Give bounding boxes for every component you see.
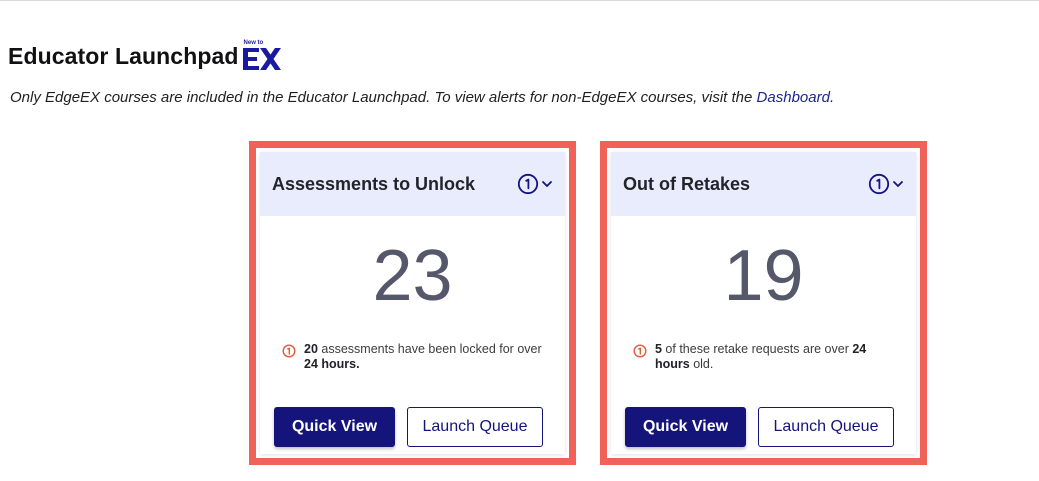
intro-text: Only EdgeEX courses are included in the … bbox=[10, 89, 757, 106]
card-alert: 20 assessments have been locked for over… bbox=[282, 342, 551, 372]
assessments-count: 23 bbox=[372, 236, 453, 316]
highlight-frame-retakes: Out of Retakes 19 5 of these retake requ… bbox=[600, 141, 927, 465]
card-options-toggle[interactable] bbox=[868, 173, 904, 195]
card-alert: 5 of these retake requests are over 24 h… bbox=[633, 342, 902, 372]
card-title: Out of Retakes bbox=[623, 173, 751, 194]
top-divider bbox=[0, 0, 1039, 1]
info-circle-icon bbox=[517, 173, 539, 195]
intro-notice: Only EdgeEX courses are included in the … bbox=[10, 89, 834, 106]
highlight-frame-assessments: Assessments to Unlock 23 20 assessments … bbox=[249, 141, 576, 465]
info-circle-icon bbox=[868, 173, 890, 195]
card-assessments-to-unlock: Assessments to Unlock 23 20 assessments … bbox=[260, 152, 565, 454]
card-header: Out of Retakes bbox=[611, 152, 916, 216]
alert-message: 5 of these retake requests are over 24 h… bbox=[655, 342, 902, 372]
chevron-down-icon bbox=[893, 181, 903, 187]
dashboard-link[interactable]: Dashboard bbox=[757, 89, 830, 106]
intro-text-end: . bbox=[829, 89, 835, 106]
alert-text: of these retake requests are over bbox=[661, 342, 853, 356]
card-actions: Quick View Launch Queue bbox=[625, 407, 894, 447]
edge-ex-mark-icon bbox=[242, 48, 281, 70]
launch-queue-button[interactable]: Launch Queue bbox=[407, 407, 543, 447]
page-title: Educator Launchpad bbox=[8, 42, 239, 69]
alert-count: 5 bbox=[655, 342, 662, 356]
retakes-count: 19 bbox=[723, 236, 804, 316]
card-options-toggle[interactable] bbox=[517, 173, 553, 195]
alert-message: 20 assessments have been locked for over… bbox=[304, 342, 551, 372]
alert-duration: 24 hours. bbox=[304, 357, 360, 371]
card-actions: Quick View Launch Queue bbox=[274, 407, 543, 447]
launch-queue-button[interactable]: Launch Queue bbox=[758, 407, 894, 447]
card-header: Assessments to Unlock bbox=[260, 152, 565, 216]
page-header: Educator Launchpad New to bbox=[8, 38, 282, 74]
quick-view-button[interactable]: Quick View bbox=[625, 407, 746, 447]
card-title: Assessments to Unlock bbox=[272, 173, 476, 194]
chevron-down-icon bbox=[542, 181, 552, 187]
alert-circle-icon bbox=[633, 344, 647, 358]
alert-count: 20 bbox=[304, 342, 318, 356]
alert-circle-icon bbox=[282, 344, 296, 358]
edge-ex-logo-icon: New to bbox=[242, 40, 282, 72]
alert-text-end: old. bbox=[689, 357, 714, 371]
card-out-of-retakes: Out of Retakes 19 5 of these retake requ… bbox=[611, 152, 916, 454]
alert-text: assessments have been locked for over bbox=[317, 342, 542, 356]
quick-view-button[interactable]: Quick View bbox=[274, 407, 395, 447]
